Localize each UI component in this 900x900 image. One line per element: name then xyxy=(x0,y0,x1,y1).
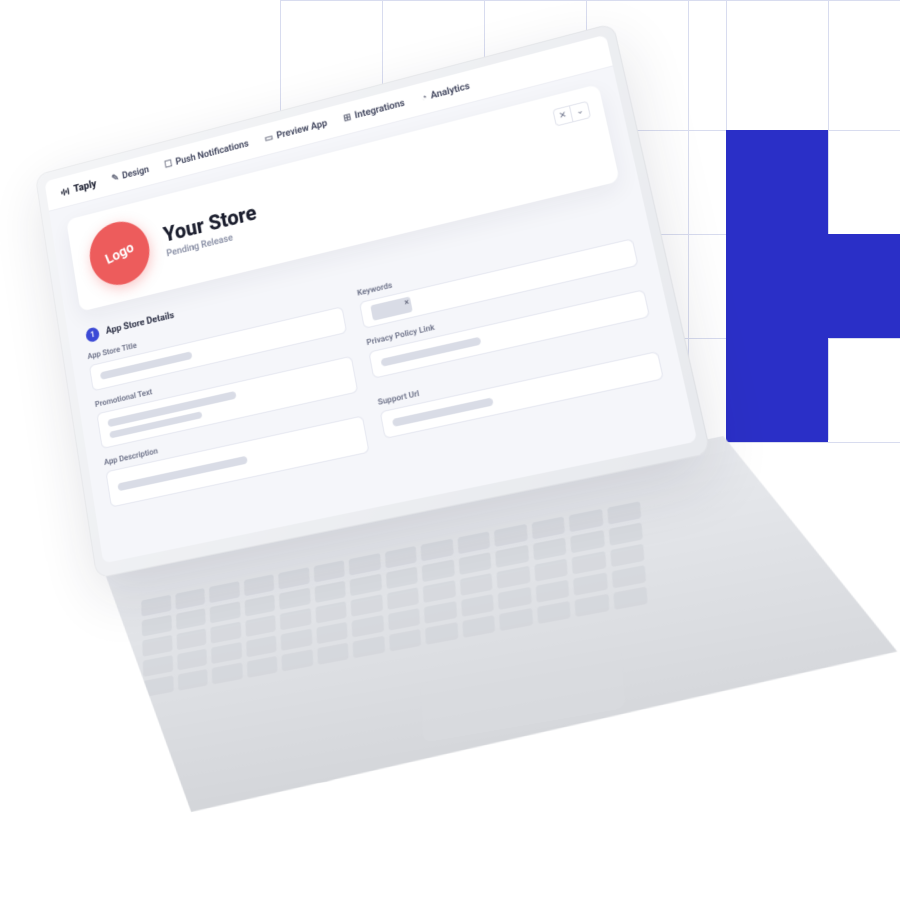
placeholder-skeleton xyxy=(392,397,494,427)
nav-label: Analytics xyxy=(430,81,471,101)
phone-icon: ▭ xyxy=(264,132,274,144)
laptop-screen-frame: Taply ✎ Design ☐ Push Notifications ▭ Pr… xyxy=(35,23,711,579)
store-logo-badge[interactable]: Logo xyxy=(81,211,159,296)
laptop-trackpad xyxy=(420,647,626,743)
nav-label: Integrations xyxy=(354,98,406,121)
placeholder-skeleton xyxy=(117,456,247,491)
nav-label: Preview App xyxy=(276,118,328,141)
analytics-icon: ◔ xyxy=(420,92,428,104)
step-indicator: 1 xyxy=(85,326,100,343)
pencil-icon: ✎ xyxy=(111,173,120,185)
nav-integrations[interactable]: ⊞ Integrations xyxy=(343,98,406,124)
keyword-tag[interactable]: × xyxy=(370,296,412,320)
nav-design[interactable]: ✎ Design xyxy=(111,165,150,184)
brand[interactable]: Taply xyxy=(59,178,97,199)
remove-tag-icon[interactable]: × xyxy=(404,298,410,309)
section-title: App Store Details xyxy=(105,310,175,336)
chevron-down-icon: ⌄ xyxy=(575,106,584,117)
x-icon: ✕ xyxy=(558,110,567,121)
nav-label: Design xyxy=(121,165,149,182)
app-viewport: Taply ✎ Design ☐ Push Notifications ▭ Pr… xyxy=(44,35,697,564)
chat-icon: ☐ xyxy=(164,159,173,171)
nav-preview-app[interactable]: ▭ Preview App xyxy=(264,118,328,144)
logo-text: Logo xyxy=(103,239,136,268)
brand-icon xyxy=(59,185,71,198)
grid-icon: ⊞ xyxy=(343,112,353,124)
brand-name: Taply xyxy=(73,178,97,195)
nav-analytics[interactable]: ◔ Analytics xyxy=(420,81,470,104)
expand-button[interactable]: ⌄ xyxy=(570,101,591,122)
header-action-group: ✕ ⌄ xyxy=(552,101,591,127)
